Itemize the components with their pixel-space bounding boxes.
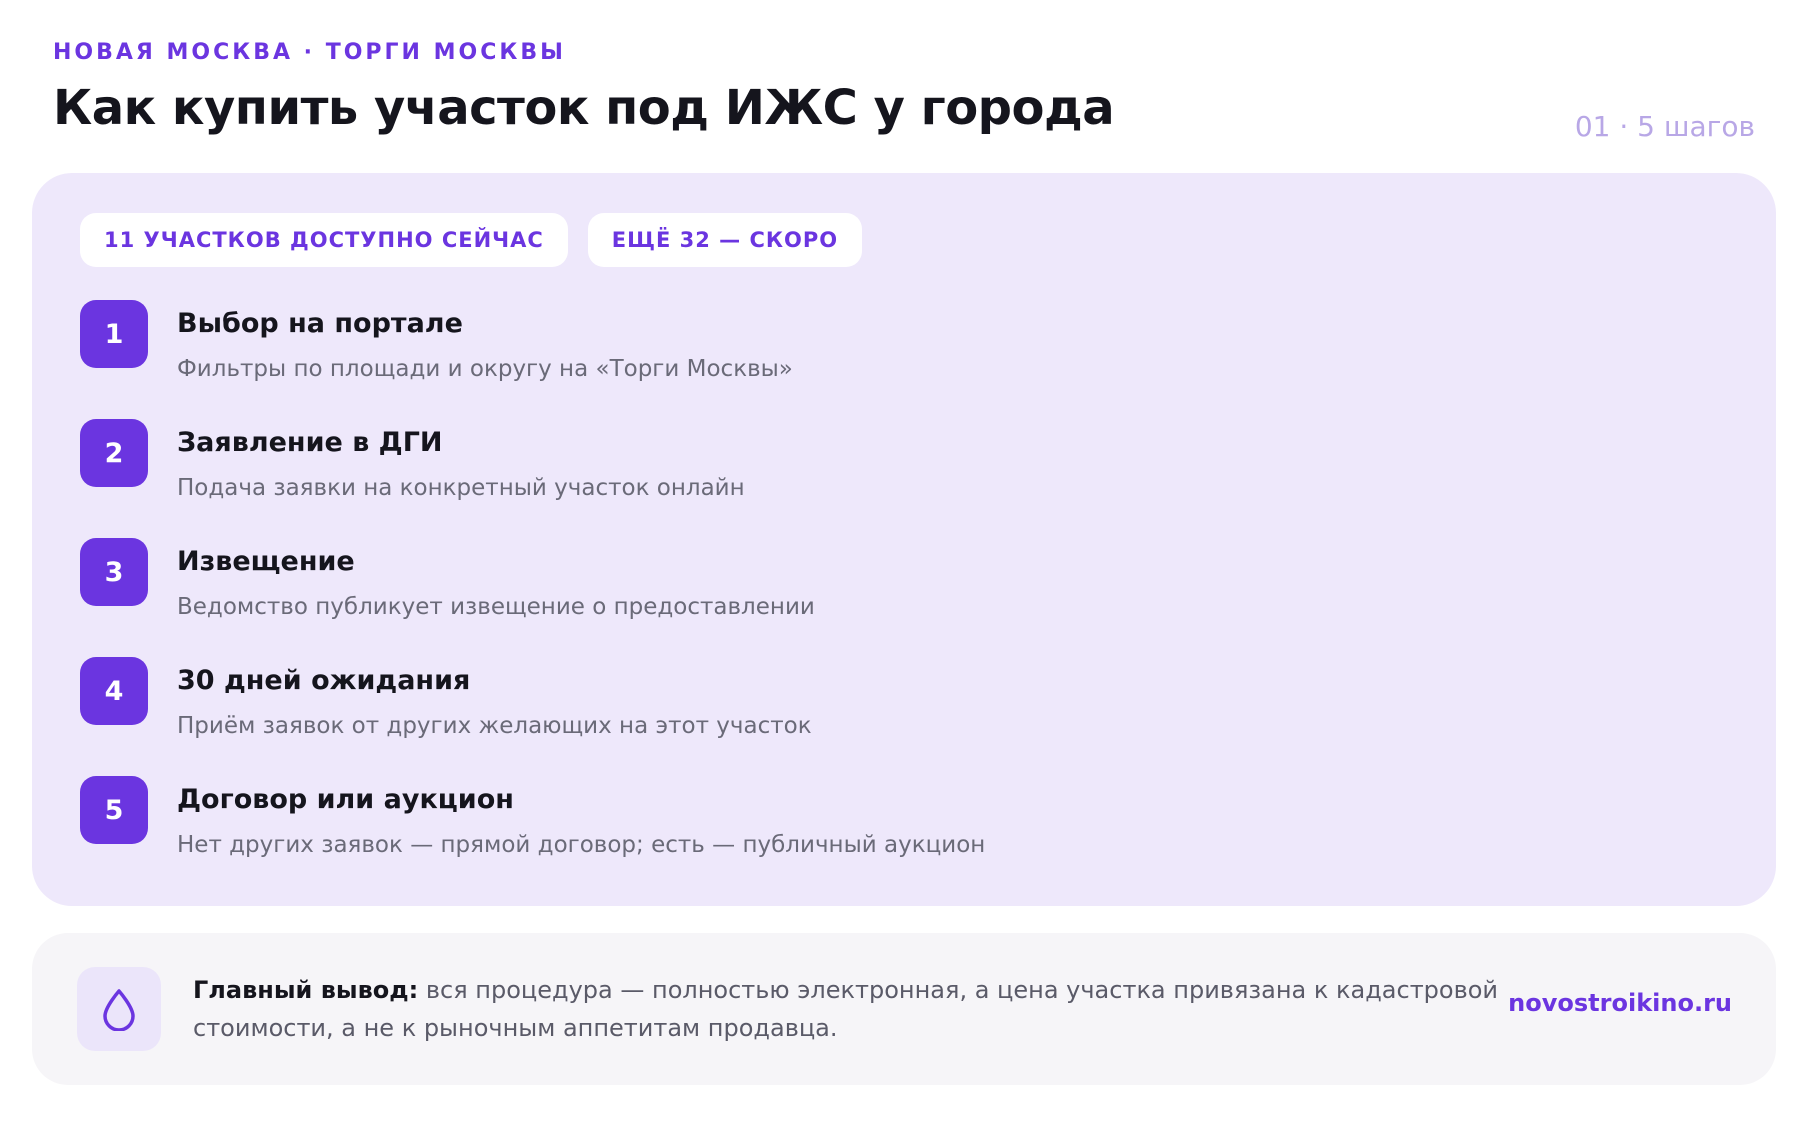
available-now-chip: 11 УЧАСТКОВ ДОСТУПНО СЕЙЧАС bbox=[80, 213, 568, 267]
step-description: Нет других заявок — прямой договор; есть… bbox=[177, 832, 986, 858]
step-4: 4 30 дней ожидания Приём заявок от други… bbox=[80, 657, 1680, 757]
page-title: Как купить участок под ИЖС у города bbox=[53, 80, 1115, 136]
step-title: Заявление в ДГИ bbox=[177, 427, 443, 458]
coming-soon-chip: ЕЩЁ 32 — СКОРО bbox=[587, 213, 863, 267]
summary-card: Главный вывод: вся процедура — полностью… bbox=[32, 933, 1776, 1085]
step-1: 1 Выбор на портале Фильтры по площади и … bbox=[80, 300, 1680, 400]
chips-row: 11 УЧАСТКОВ ДОСТУПНО СЕЙЧАС ЕЩЁ 32 — СКО… bbox=[80, 213, 863, 267]
step-description: Приём заявок от других желающих на этот … bbox=[177, 713, 812, 739]
step-title: Выбор на портале bbox=[177, 308, 463, 339]
step-number-badge: 2 bbox=[80, 419, 148, 487]
site-link[interactable]: novostroikino.ru bbox=[1508, 989, 1732, 1017]
summary-text: Главный вывод: вся процедура — полностью… bbox=[193, 971, 1533, 1047]
step-number-badge: 5 bbox=[80, 776, 148, 844]
drop-icon bbox=[77, 967, 161, 1051]
step-title: Договор или аукцион bbox=[177, 784, 514, 815]
step-number-badge: 3 bbox=[80, 538, 148, 606]
step-5: 5 Договор или аукцион Нет других заявок … bbox=[80, 776, 1680, 876]
step-description: Ведомство публикует извещение о предоста… bbox=[177, 594, 815, 620]
steps-card: 11 УЧАСТКОВ ДОСТУПНО СЕЙЧАС ЕЩЁ 32 — СКО… bbox=[32, 173, 1776, 906]
step-counter: 01 · 5 шагов bbox=[1574, 110, 1755, 143]
step-description: Фильтры по площади и округу на «Торги Мо… bbox=[177, 356, 793, 382]
step-number-badge: 1 bbox=[80, 300, 148, 368]
step-title: 30 дней ожидания bbox=[177, 665, 471, 696]
eyebrow: НОВАЯ МОСКВА · ТОРГИ МОСКВЫ bbox=[53, 40, 566, 65]
summary-lead: Главный вывод: bbox=[193, 976, 419, 1004]
step-description: Подача заявки на конкретный участок онла… bbox=[177, 475, 745, 501]
step-2: 2 Заявление в ДГИ Подача заявки на конкр… bbox=[80, 419, 1680, 519]
step-title: Извещение bbox=[177, 546, 355, 577]
step-3: 3 Извещение Ведомство публикует извещени… bbox=[80, 538, 1680, 638]
drop-icon-svg bbox=[103, 989, 135, 1031]
step-number-badge: 4 bbox=[80, 657, 148, 725]
